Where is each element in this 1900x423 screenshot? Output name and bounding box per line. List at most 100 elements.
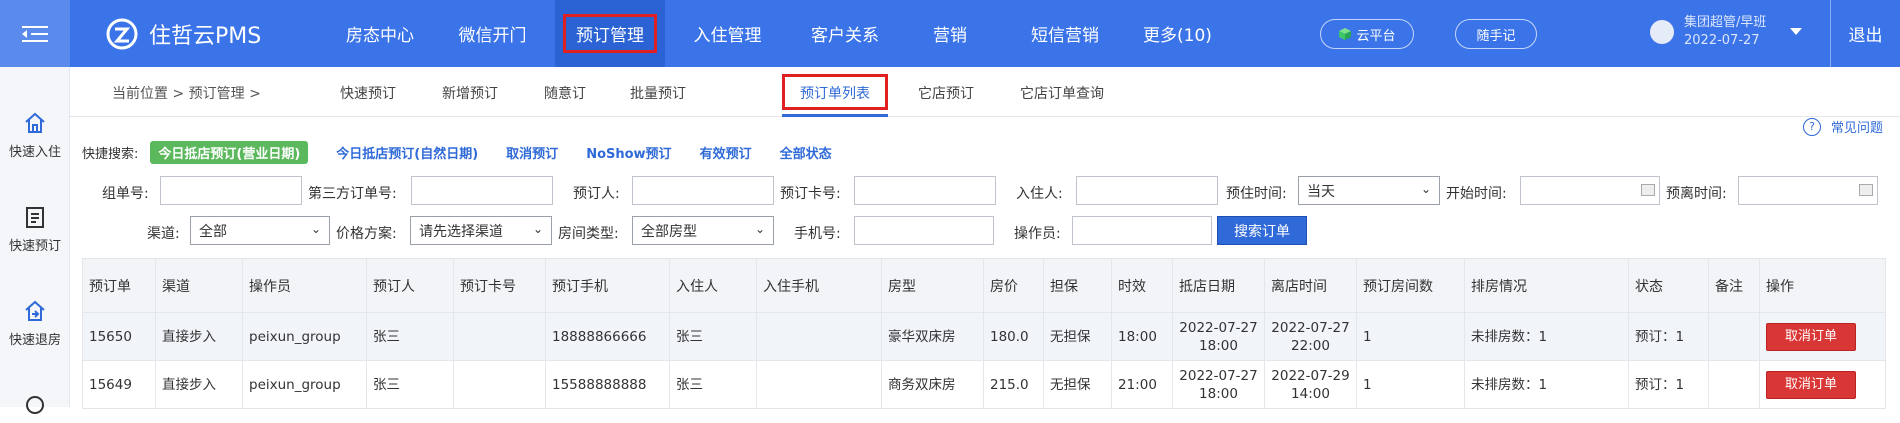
operator: peixun_group <box>242 312 367 361</box>
cloud-platform-button[interactable]: 云平台 <box>1320 19 1414 49</box>
booker-input[interactable] <box>632 176 774 205</box>
quick-search-all-status[interactable]: 全部状态 <box>780 143 832 162</box>
quick-search-today-natural[interactable]: 今日抵店预订(自然日期) <box>336 143 478 162</box>
tab-other-store-query[interactable]: 它店订单查询 <box>1020 83 1104 103</box>
start-time-input[interactable] <box>1520 176 1660 205</box>
column-header: 渠道 <box>155 258 243 313</box>
nav-room-status[interactable]: 房态中心 <box>330 0 430 67</box>
price-plan-select[interactable]: 请先选择渠道 ⌄ <box>410 216 552 245</box>
remark <box>1708 360 1760 409</box>
room-type: 豪华双床房 <box>881 312 984 361</box>
quick-search-noshow[interactable]: NoShow预订 <box>586 143 671 162</box>
logout-button[interactable]: 退出 <box>1830 0 1900 67</box>
faq-link[interactable]: ? 常见问题 <box>1803 117 1883 136</box>
nav-crm[interactable]: 客户关系 <box>790 0 900 67</box>
active-tab-underline <box>782 114 888 117</box>
faq-label: 常见问题 <box>1831 121 1884 136</box>
sidebar-item-quick-checkout[interactable]: 快速退房 <box>0 299 70 348</box>
user-menu[interactable]: 集团超管/早班 2022-07-27 <box>1650 14 1803 50</box>
room-type-value: 全部房型 <box>641 223 697 240</box>
column-header: 房型 <box>881 258 984 313</box>
nav-sms-marketing[interactable]: 短信营销 <box>1000 0 1130 67</box>
top-bar: 住哲云PMS 房态中心 微信开门 预订管理 入住管理 客户关系 营销 短信营销 … <box>0 0 1900 67</box>
sidebar-item-quick-booking[interactable]: 快速预订 <box>0 205 70 254</box>
quick-note-button[interactable]: 随手记 <box>1455 19 1537 49</box>
room-type: 商务双床房 <box>881 360 984 409</box>
quick-search-today-business[interactable]: 今日抵店预订(营业日期) <box>150 140 309 164</box>
quick-search-valid[interactable]: 有效预订 <box>700 143 752 162</box>
guarantee: 无担保 <box>1043 312 1112 361</box>
cancel-order-button[interactable]: 取消订单 <box>1766 370 1856 399</box>
departure-date: 2022-07-29 14:00 <box>1264 360 1357 409</box>
third-party-no-input[interactable] <box>411 176 553 205</box>
booking-table: 预订单 渠道 操作员 预订人 预订卡号 预订手机 入住人 入住手机 房型 房价 … <box>82 258 1886 409</box>
tab-booking-list[interactable]: 预订单列表 <box>800 83 870 103</box>
order-status: 预订：1 <box>1628 312 1709 361</box>
departure-date-value: 2022-07-29 <box>1271 367 1350 384</box>
quick-action-sidebar: 快速入住 快速预订 快速退房 <box>0 67 70 414</box>
sidebar-item-quick-checkin[interactable]: 快速入住 <box>0 111 70 160</box>
quick-note-label: 随手记 <box>1476 28 1516 44</box>
caret-down-icon <box>1790 28 1803 35</box>
app-logo[interactable]: 住哲云PMS <box>105 0 261 67</box>
table-row[interactable]: 15650 直接步入 peixun_group 张三 18888866666 张… <box>82 312 1886 361</box>
sidebar-item-label: 快速预订 <box>8 239 61 254</box>
calendar-icon[interactable] <box>1859 184 1873 196</box>
room-price: 215.0 <box>983 360 1044 409</box>
departure-time-value: 14:00 <box>1291 385 1330 402</box>
calendar-icon[interactable] <box>1641 184 1655 196</box>
sidebar-item-search[interactable] <box>0 393 70 423</box>
room-assignment: 未排房数：1 <box>1464 360 1629 409</box>
nav-label: 更多(10) <box>1143 26 1212 46</box>
column-header: 预订手机 <box>545 258 670 313</box>
guest: 张三 <box>669 312 757 361</box>
menu-toggle-button[interactable] <box>0 0 70 67</box>
booking-card-input[interactable] <box>854 176 996 205</box>
column-header: 状态 <box>1628 258 1709 313</box>
group-no-input[interactable] <box>160 176 302 205</box>
nav-more[interactable]: 更多(10) <box>1130 0 1225 67</box>
table-row[interactable]: 15649 直接步入 peixun_group 张三 15588888888 张… <box>82 360 1886 409</box>
column-header: 入住人 <box>669 258 757 313</box>
room-type-select[interactable]: 全部房型 ⌄ <box>632 216 774 245</box>
nav-label: 短信营销 <box>1031 26 1099 46</box>
booking-card <box>453 312 546 361</box>
arrival-time-value: 当天 <box>1307 183 1335 200</box>
tab-casual-booking[interactable]: 随意订 <box>544 83 586 103</box>
column-header: 离店时间 <box>1264 258 1357 313</box>
booking-card <box>453 360 546 409</box>
nav-label: 客户关系 <box>811 26 879 46</box>
table-header-row: 预订单 渠道 操作员 预订人 预订卡号 预订手机 入住人 入住手机 房型 房价 … <box>82 258 1886 313</box>
guest-input[interactable] <box>1076 176 1218 205</box>
operator-input[interactable] <box>1072 216 1212 245</box>
operator-label: 操作员: <box>1014 226 1061 242</box>
channel-select[interactable]: 全部 ⌄ <box>190 216 330 245</box>
channel-value: 全部 <box>199 223 227 240</box>
arrival-date-value: 2022-07-27 <box>1179 319 1258 336</box>
nav-label: 微信开门 <box>458 26 527 46</box>
departure-date-value: 2022-07-27 <box>1271 319 1350 336</box>
nav-checkin[interactable]: 入住管理 <box>665 0 790 67</box>
nav-wechat-door[interactable]: 微信开门 <box>430 0 555 67</box>
tab-other-store-booking[interactable]: 它店预订 <box>918 83 974 103</box>
hold-time: 18:00 <box>1111 312 1173 361</box>
question-icon: ? <box>1803 117 1821 136</box>
column-header: 备注 <box>1708 258 1760 313</box>
column-header: 操作员 <box>242 258 367 313</box>
phone-input[interactable] <box>854 216 994 245</box>
order-no: 15649 <box>82 360 156 409</box>
cancel-order-button[interactable]: 取消订单 <box>1766 322 1856 351</box>
tab-new-booking[interactable]: 新增预订 <box>442 83 498 103</box>
nav-marketing[interactable]: 营销 <box>900 0 1000 67</box>
departure-time-input[interactable] <box>1738 176 1878 205</box>
sidebar-item-label: 快速入住 <box>8 145 61 160</box>
quick-search-cancelled[interactable]: 取消预订 <box>506 143 558 162</box>
search-orders-button[interactable]: 搜索订单 <box>1217 216 1307 245</box>
tab-batch-booking[interactable]: 批量预订 <box>630 83 686 103</box>
nav-reservation[interactable]: 预订管理 <box>555 0 665 67</box>
guest-phone <box>756 312 882 361</box>
sidebar-item-label: 快速退房 <box>8 333 61 348</box>
arrival-time-select[interactable]: 当天 ⌄ <box>1298 176 1440 205</box>
cloud-platform-label: 云平台 <box>1356 28 1396 44</box>
tab-quick-booking[interactable]: 快速预订 <box>340 83 396 103</box>
